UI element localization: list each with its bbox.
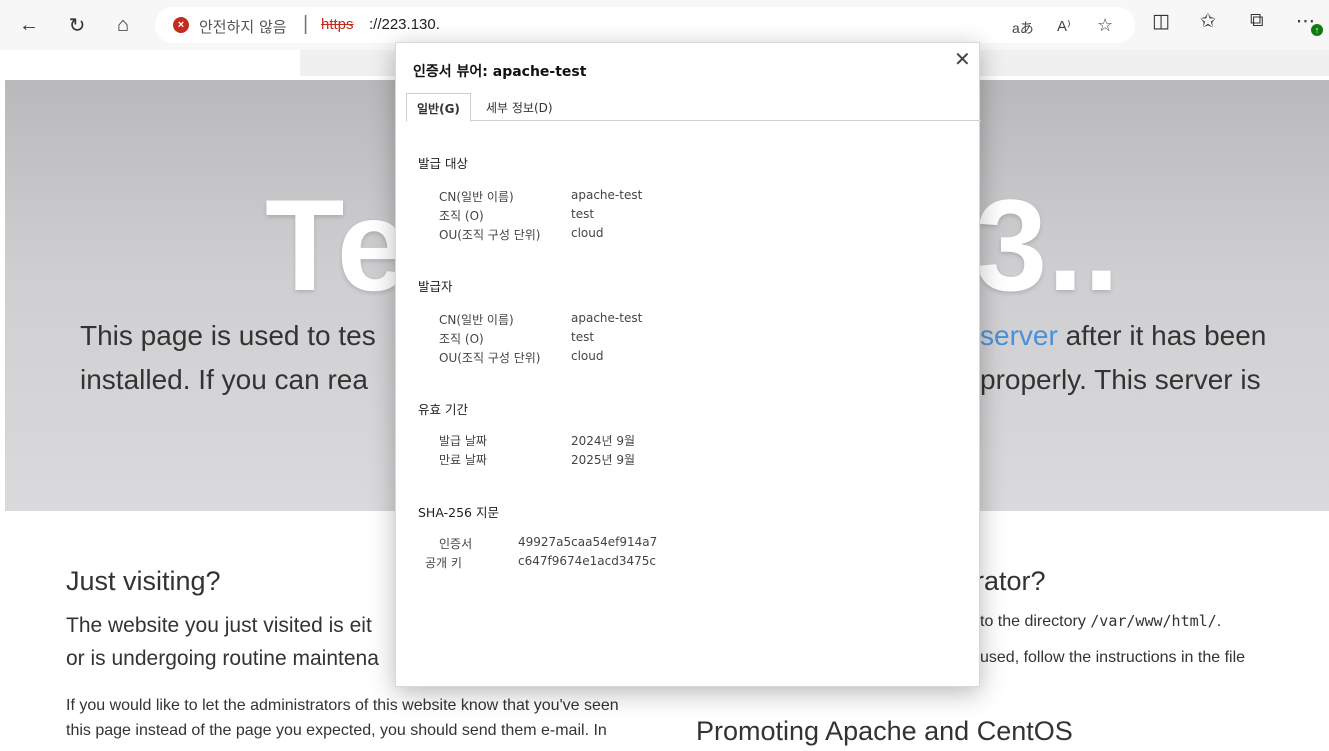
cert-fingerprint-label: 인증서 bbox=[439, 537, 473, 551]
issued-by-ou-value: cloud bbox=[571, 349, 604, 363]
read-aloud-icon[interactable]: A⁾ bbox=[1057, 17, 1071, 35]
issued-to-o-label: 조직 (O) bbox=[439, 209, 484, 223]
visiting-small-2: this page instead of the page you expect… bbox=[66, 722, 607, 739]
url-host[interactable]: ://223.130. bbox=[369, 16, 440, 33]
home-icon[interactable]: ⌂ bbox=[108, 10, 138, 40]
favorites-icon[interactable]: ✩ bbox=[1200, 10, 1216, 33]
admin-text-2: used, follow the instructions in the fil… bbox=[980, 649, 1246, 666]
issued-by-o-value: test bbox=[571, 330, 595, 344]
admin-heading: rator? bbox=[975, 566, 1046, 596]
lead-line-2-right: properly. This server is bbox=[980, 364, 1261, 395]
update-badge-icon: ↑ bbox=[1311, 24, 1323, 36]
issued-by-cn-value: apache-test bbox=[571, 311, 643, 325]
lead-line-1-tail: after it has been bbox=[1057, 320, 1267, 351]
admin-text-1-lead: to the directory bbox=[980, 613, 1091, 630]
pubkey-fingerprint-label: 공개 키 bbox=[425, 556, 462, 570]
pubkey-fingerprint-value: c647f9674e1acd3475c bbox=[518, 554, 656, 568]
banner-title-left: Te bbox=[265, 172, 412, 318]
issued-date-label: 발급 날짜 bbox=[439, 434, 487, 448]
dialog-tabs: 일반(G) 세부 정보(D) bbox=[406, 93, 981, 122]
issued-by-ou-label: OU(조직 구성 단위) bbox=[439, 351, 541, 365]
admin-text-1: to the directory /var/www/html/. bbox=[980, 612, 1221, 631]
issued-to-o-value: test bbox=[571, 207, 595, 221]
fingerprint-heading: SHA-256 지문 bbox=[418, 505, 499, 520]
expiry-date-label: 만료 날짜 bbox=[439, 453, 487, 467]
translate-icon[interactable]: aあ bbox=[1012, 18, 1034, 38]
certificate-viewer-dialog: 인증서 뷰어: apache-test ✕ 일반(G) 세부 정보(D) 발급 … bbox=[395, 42, 981, 687]
issued-to-heading: 발급 대상 bbox=[418, 156, 468, 171]
back-icon[interactable]: ← bbox=[14, 10, 44, 40]
issued-by-o-label: 조직 (O) bbox=[439, 332, 484, 346]
lead-line-1-left: This page is used to tes bbox=[80, 320, 376, 351]
admin-text-1-end: . bbox=[1216, 613, 1222, 630]
issued-by-heading: 발급자 bbox=[418, 279, 453, 294]
favorite-star-icon[interactable]: ☆ bbox=[1097, 15, 1113, 36]
address-separator: | bbox=[303, 13, 309, 35]
apache-server-link[interactable]: server bbox=[980, 320, 1058, 351]
docroot-path: /var/www/html/ bbox=[1090, 612, 1217, 630]
visiting-small-1: If you would like to let the administrat… bbox=[66, 697, 619, 714]
collections-icon[interactable]: ⧉ bbox=[1250, 10, 1264, 32]
issued-to-ou-label: OU(조직 구성 단위) bbox=[439, 228, 541, 242]
tab-details[interactable]: 세부 정보(D) bbox=[476, 93, 563, 121]
issued-to-cn-value: apache-test bbox=[571, 188, 643, 202]
visiting-text-2: or is undergoing routine maintena bbox=[66, 647, 379, 670]
issued-to-ou-value: cloud bbox=[571, 226, 604, 240]
dialog-title: 인증서 뷰어: apache-test bbox=[413, 64, 587, 80]
address-bar[interactable]: × 안전하지 않음 | https ://223.130. aあ A⁾ ☆ bbox=[155, 7, 1135, 43]
issued-to-cn-label: CN(일반 이름) bbox=[439, 190, 514, 204]
issued-by-cn-label: CN(일반 이름) bbox=[439, 313, 514, 327]
lead-line-2-left: installed. If you can rea bbox=[80, 364, 368, 395]
refresh-icon[interactable]: ↻ bbox=[62, 10, 92, 40]
visiting-heading: Just visiting? bbox=[66, 566, 221, 596]
issued-date-value: 2024년 9월 bbox=[571, 434, 636, 448]
promo-heading: Promoting Apache and CentOS bbox=[696, 716, 1073, 746]
close-icon[interactable]: ✕ bbox=[954, 47, 971, 71]
url-scheme[interactable]: https bbox=[321, 16, 354, 33]
lead-line-1-right: server after it has been bbox=[980, 320, 1266, 352]
validity-heading: 유효 기간 bbox=[418, 402, 468, 417]
cert-fingerprint-value: 49927a5caa54ef914a7 bbox=[518, 535, 658, 549]
tab-general[interactable]: 일반(G) bbox=[406, 93, 471, 122]
security-status[interactable]: 안전하지 않음 bbox=[199, 16, 287, 37]
not-secure-icon[interactable]: × bbox=[173, 17, 189, 33]
split-screen-icon[interactable]: ◫ bbox=[1152, 10, 1170, 33]
visiting-text-1: The website you just visited is eit bbox=[66, 614, 372, 637]
expiry-date-value: 2025년 9월 bbox=[571, 453, 636, 467]
banner-title-right: 3.. bbox=[975, 172, 1120, 318]
